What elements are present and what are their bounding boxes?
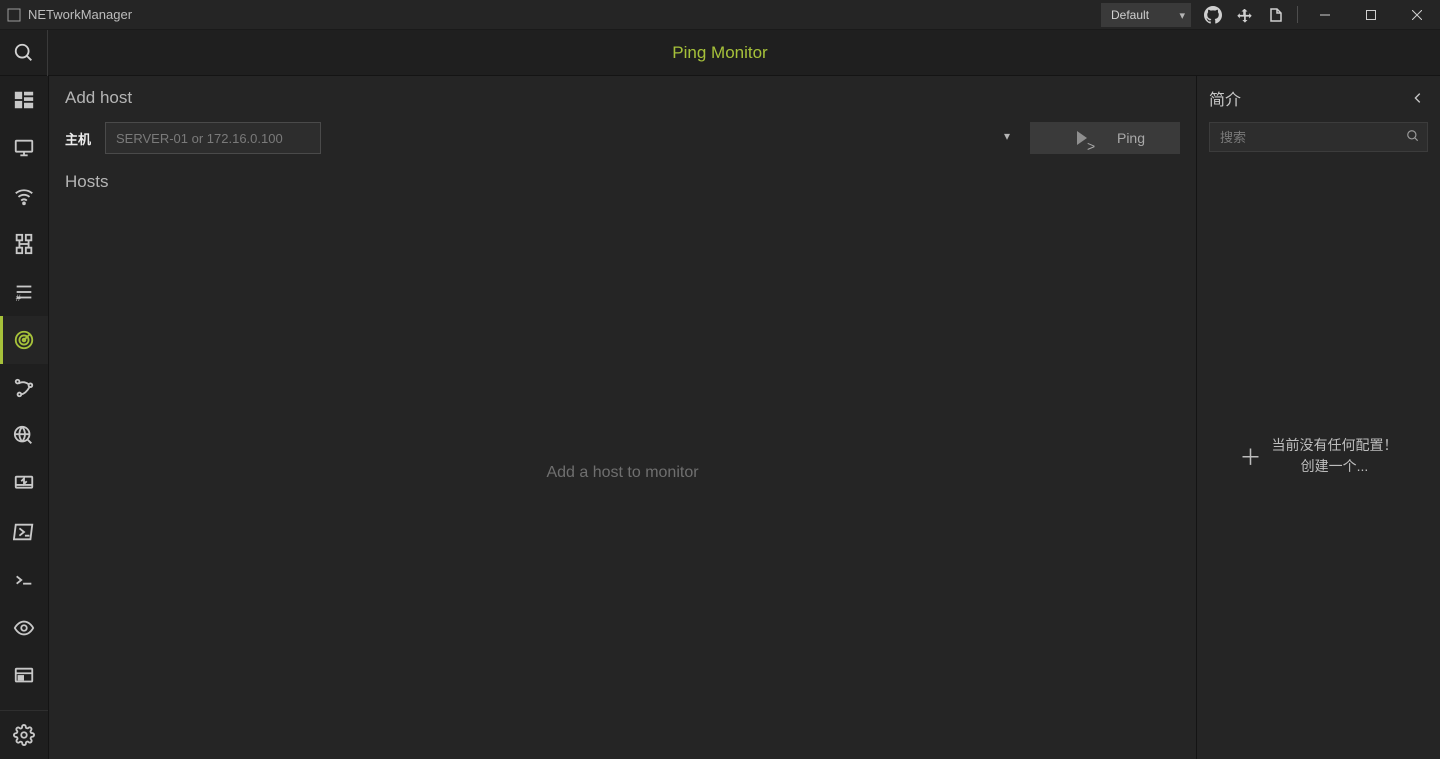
- maximize-icon: [1366, 10, 1376, 20]
- docs-link[interactable]: [1261, 0, 1293, 29]
- global-search-button[interactable]: [0, 30, 48, 76]
- profiles-panel: 简介 ＋ 当前没有任何配置！ 创建一个...: [1196, 76, 1440, 759]
- sidebar-item-wifi[interactable]: [0, 172, 48, 220]
- profiles-title: 简介: [1209, 86, 1241, 110]
- sidebar-item-ping-monitor[interactable]: [0, 316, 48, 364]
- app-logo-icon: [6, 7, 22, 23]
- powershell-icon: [13, 521, 35, 543]
- page-title: Ping Monitor: [672, 43, 767, 63]
- ping-button-label: Ping: [1117, 130, 1145, 146]
- close-icon: [1412, 10, 1422, 20]
- chevron-right-icon: [1412, 91, 1424, 105]
- minimize-button[interactable]: [1302, 0, 1348, 29]
- dns-lookup-icon: [13, 425, 35, 447]
- hosts-empty-text: Add a host to monitor: [546, 464, 698, 482]
- profiles-empty-line2: 创建一个...: [1272, 456, 1398, 477]
- play-icon: >: [1077, 131, 1087, 145]
- main-content: Add host 主机 > Ping Hosts Add a host to m…: [49, 76, 1196, 759]
- search-icon: [1406, 129, 1420, 143]
- sidebar-item-web-console[interactable]: [0, 652, 48, 700]
- wifi-icon: [13, 185, 35, 207]
- profiles-collapse-button[interactable]: [1408, 91, 1428, 105]
- settings-icon: [13, 724, 35, 746]
- eye-icon: [13, 617, 35, 639]
- web-console-icon: [13, 665, 35, 687]
- profiles-empty-line1: 当前没有任何配置！: [1272, 435, 1398, 456]
- profiles-empty-text: 当前没有任何配置！ 创建一个...: [1272, 435, 1398, 477]
- app-helper-icon: [1236, 6, 1254, 24]
- putty-icon: [13, 569, 35, 591]
- titlebar: NETworkManager Default: [0, 0, 1440, 30]
- hosts-title: Hosts: [65, 172, 1180, 192]
- titlebar-right: Default: [1095, 0, 1440, 29]
- sidebar-item-port-scanner[interactable]: #: [0, 268, 48, 316]
- ping-button[interactable]: > Ping: [1030, 122, 1180, 154]
- sidebar-item-powershell[interactable]: [0, 508, 48, 556]
- sidebar-item-tigervnc[interactable]: [0, 604, 48, 652]
- docs-icon: [1268, 6, 1286, 24]
- host-input-wrap: [105, 122, 1020, 154]
- ip-scanner-icon: [13, 233, 35, 255]
- page-header: Ping Monitor: [0, 30, 1440, 76]
- sidebar-item-dashboard[interactable]: [0, 76, 48, 124]
- host-label: 主机: [65, 129, 95, 148]
- app-title: NETworkManager: [28, 7, 132, 22]
- profiles-header: 简介: [1209, 86, 1428, 110]
- titlebar-left: NETworkManager: [0, 7, 132, 23]
- close-button[interactable]: [1394, 0, 1440, 29]
- sidebar-item-traceroute[interactable]: [0, 364, 48, 412]
- profiles-search-input[interactable]: [1209, 122, 1428, 152]
- profiles-search: [1209, 122, 1428, 152]
- titlebar-separator: [1297, 6, 1298, 23]
- github-link[interactable]: [1197, 0, 1229, 29]
- plus-icon: ＋: [1239, 440, 1261, 472]
- dashboard-icon: [13, 89, 35, 111]
- github-icon: [1204, 6, 1222, 24]
- remote-desktop-icon: [13, 473, 35, 495]
- sidebar-item-ip-scanner[interactable]: [0, 220, 48, 268]
- sidebar-item-dns-lookup[interactable]: [0, 412, 48, 460]
- maximize-button[interactable]: [1348, 0, 1394, 29]
- sidebar-item-remote-desktop[interactable]: [0, 460, 48, 508]
- hosts-area: Add a host to monitor: [65, 198, 1180, 747]
- host-input[interactable]: [105, 122, 321, 154]
- add-host-row: 主机 > Ping: [65, 122, 1180, 154]
- sidebar: #: [0, 76, 49, 759]
- sidebar-tools: #: [0, 76, 48, 710]
- ping-monitor-icon: [13, 329, 35, 351]
- port-scanner-icon: #: [13, 281, 35, 303]
- sidebar-item-settings[interactable]: [0, 711, 48, 759]
- helper-link[interactable]: [1229, 0, 1261, 29]
- minimize-icon: [1320, 10, 1330, 20]
- sidebar-item-putty[interactable]: [0, 556, 48, 604]
- traceroute-icon: [13, 377, 35, 399]
- profile-select[interactable]: Default: [1101, 3, 1191, 27]
- search-icon: [13, 42, 35, 64]
- profiles-create-button[interactable]: ＋ 当前没有任何配置！ 创建一个...: [1239, 435, 1397, 477]
- network-interface-icon: [13, 137, 35, 159]
- profiles-empty: ＋ 当前没有任何配置！ 创建一个...: [1209, 162, 1428, 749]
- sidebar-item-network-interface[interactable]: [0, 124, 48, 172]
- sidebar-footer: [0, 710, 48, 759]
- profile-selected-label: Default: [1111, 8, 1149, 22]
- add-host-title: Add host: [65, 88, 1180, 108]
